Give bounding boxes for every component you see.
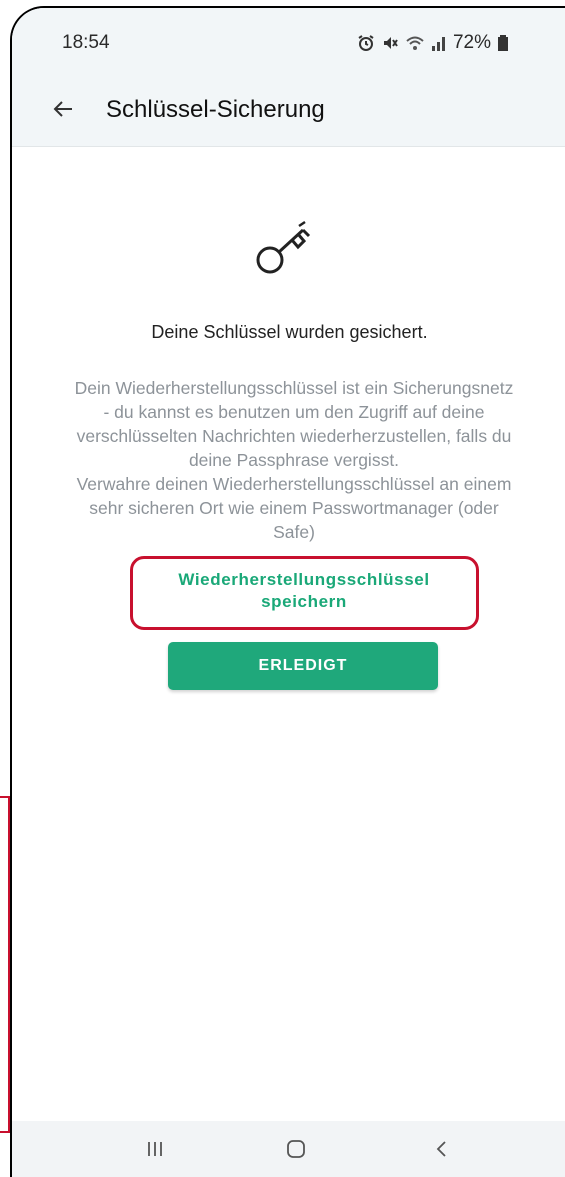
done-button[interactable]: ERLEDIGT [168, 642, 438, 690]
save-link-label-line2: speichern [261, 592, 347, 611]
description-line: Safe) [273, 522, 315, 542]
alarm-icon [358, 35, 374, 51]
status-time: 18:54 [62, 32, 110, 53]
battery-icon [498, 35, 508, 51]
arrow-left-icon [53, 101, 72, 117]
wifi-icon [406, 36, 424, 50]
recovery-key-description: Dein Wiederherstellungsschlüssel ist ein… [38, 376, 550, 544]
home-icon [287, 1140, 305, 1158]
description-line: deine Passphrase vergisst. [188, 450, 400, 470]
recents-icon [148, 1142, 162, 1156]
save-recovery-key-button[interactable]: Wiederherstellungsschlüssel speichern [130, 556, 478, 626]
battery-percent: 72% [452, 32, 491, 53]
mute-icon [383, 37, 398, 49]
phone-screen: 18:54 72% Schlüssel-Sicherung Deine Schl… [10, 6, 565, 1177]
navigation-bar [12, 1121, 565, 1177]
description-line: - du kannst es benutzen um den Zugriff a… [103, 402, 485, 422]
home-button[interactable] [276, 1131, 316, 1167]
back-icon [436, 1141, 446, 1157]
page-title: Schlüssel-Sicherung [106, 96, 325, 123]
nav-back-button[interactable] [422, 1131, 462, 1167]
description-line: sehr sicheren Ort wie einem Passwortmana… [89, 498, 499, 518]
status-bar: 18:54 72% [12, 8, 565, 72]
outer-highlight-annotation [0, 796, 10, 1133]
app-bar: Schlüssel-Sicherung [12, 72, 565, 147]
save-link-label-line1: Wiederherstellungsschlüssel [178, 570, 430, 589]
description-line: verschlüsselten Nachrichten wiederherzus… [76, 426, 512, 446]
backup-success-headline: Deine Schlüssel wurden gesichert. [151, 322, 428, 342]
key-icon [253, 220, 319, 283]
back-button[interactable] [46, 92, 80, 126]
description-line: Verwahre deinen Wiederherstellungsschlüs… [76, 474, 512, 494]
recents-button[interactable] [135, 1131, 175, 1167]
signal-icon [431, 37, 445, 51]
status-icons: 72% [357, 32, 509, 54]
description-line: Dein Wiederherstellungsschlüssel ist ein… [74, 378, 514, 398]
